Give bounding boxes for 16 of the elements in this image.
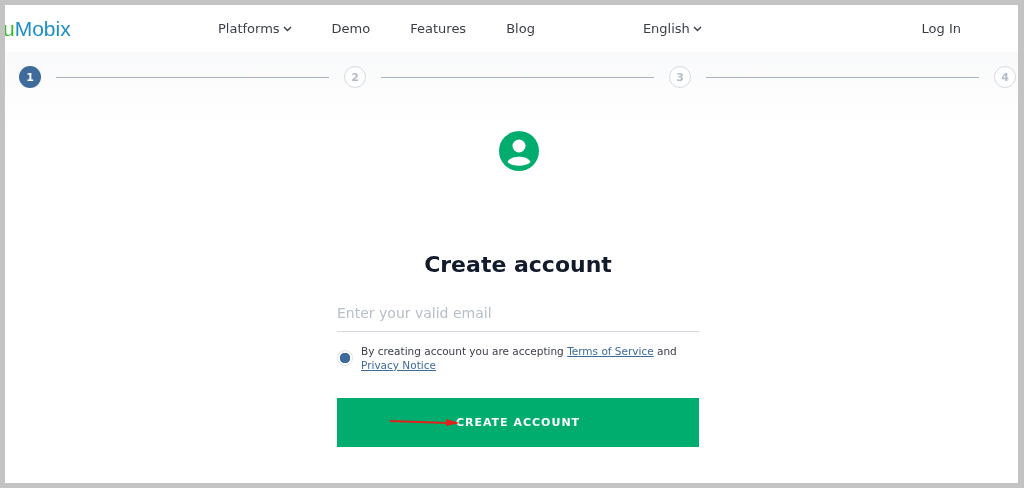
nav-link[interactable]: Platforms <box>218 21 292 36</box>
language-selector[interactable]: English <box>642 21 702 36</box>
nav-link[interactable]: Features <box>410 21 467 36</box>
nav-link[interactable]: Demo <box>331 21 371 36</box>
step-indicator: 1 <box>19 66 41 88</box>
logo[interactable]: uMobix <box>5 16 218 41</box>
login-link[interactable]: Log In <box>921 21 961 36</box>
step-indicator: 3 <box>669 66 691 88</box>
nav-link[interactable]: Blog <box>506 21 535 36</box>
step-indicator: 2 <box>344 66 366 88</box>
form-title: Create account <box>424 252 612 277</box>
consent-radio[interactable] <box>337 350 353 366</box>
consent-text: By creating account you are accepting Terms of Service and Privacy Notice <box>361 344 678 372</box>
terms-link[interactable]: Terms of Service <box>567 345 654 357</box>
privacy-link[interactable]: Privacy Notice <box>361 359 436 371</box>
step-indicator: 4 <box>994 66 1016 88</box>
